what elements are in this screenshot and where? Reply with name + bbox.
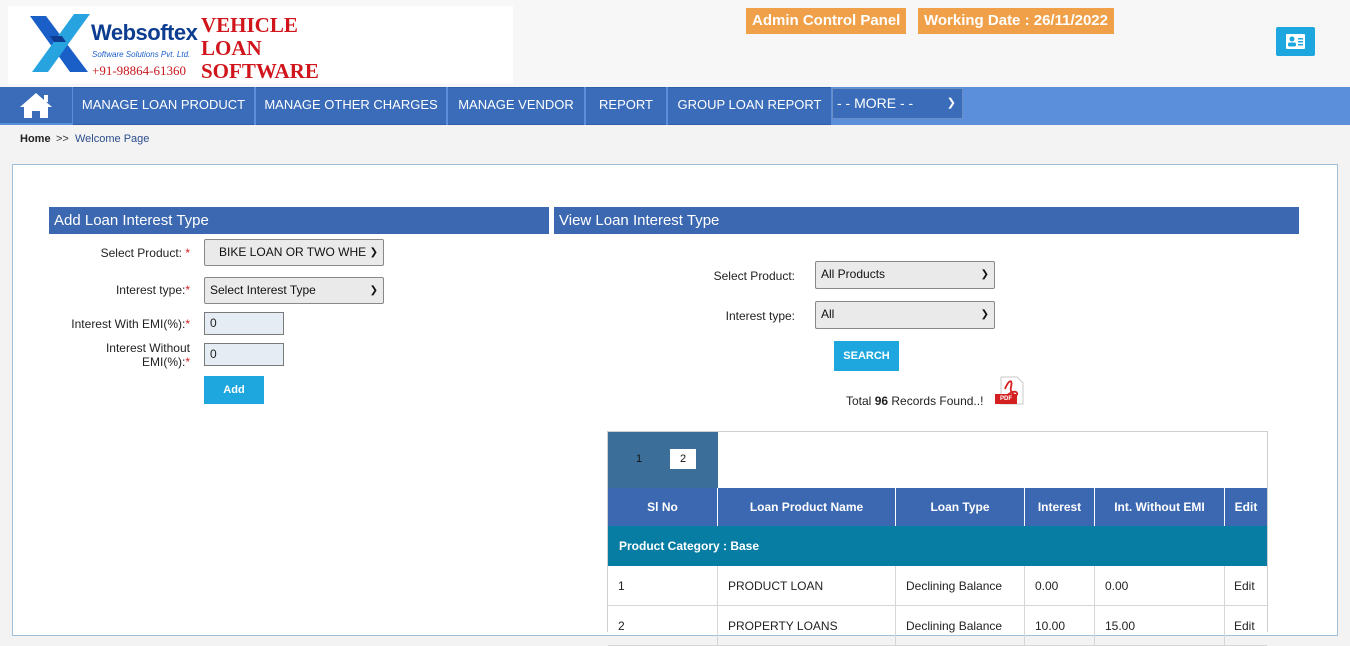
app-title-line: VEHICLE xyxy=(201,13,298,37)
view-interest-type-select[interactable]: All ❯ xyxy=(815,301,995,329)
add-product-select[interactable]: BIKE LOAN OR TWO WHE ❯ xyxy=(204,239,384,266)
chevron-down-icon: ❯ xyxy=(369,285,378,296)
table-cell-sl-no: 1 xyxy=(608,566,718,606)
view-product-label: Select Product: xyxy=(713,269,795,283)
nav-group-loan-report[interactable]: GROUP LOAN REPORT xyxy=(668,87,831,125)
pdf-export-icon[interactable]: PDF xyxy=(993,375,1027,406)
working-date-badge: Working Date : 26/11/2022 xyxy=(918,8,1114,34)
table-cell-loan-type: Declining Balance xyxy=(896,566,1025,606)
app-title-line: SOFTWARE xyxy=(201,59,319,83)
pagination: 1 2 xyxy=(608,432,718,488)
column-header-int-without-emi: Int. Without EMI xyxy=(1095,488,1225,526)
table-cell-product-name: PROPERTY LOANS xyxy=(718,606,896,646)
column-header-sl-no: Sl No xyxy=(608,488,718,526)
table-cell-product-name: PRODUCT LOAN xyxy=(718,566,896,606)
breadcrumb-current: Welcome Page xyxy=(75,133,150,145)
category-row: Product Category : Base xyxy=(608,526,1267,566)
header: Websoftex Software Solutions Pvt. Ltd. +… xyxy=(0,0,1350,87)
interest-emi-input[interactable]: 0 xyxy=(204,312,284,335)
add-interest-type-label: Interest type:* xyxy=(115,283,190,297)
breadcrumb: Home >> Welcome Page xyxy=(0,125,1350,155)
page-link[interactable]: 2 xyxy=(670,449,696,469)
table-cell-interest: 0.00 xyxy=(1025,566,1095,606)
records-count: 96 xyxy=(874,394,889,408)
view-interest-type-label: Interest type: xyxy=(725,309,795,323)
home-button[interactable] xyxy=(0,87,73,123)
chevron-down-icon: ❯ xyxy=(946,97,956,109)
admin-panel-badge: Admin Control Panel xyxy=(746,8,907,34)
search-button[interactable]: SEARCH xyxy=(834,341,899,371)
app-title-line: LOAN xyxy=(201,36,262,60)
chevron-down-icon: ❯ xyxy=(369,247,378,258)
interest-emi-label: Interest With EMI(%):* xyxy=(71,317,190,331)
view-interest-title: View Loan Interest Type xyxy=(554,207,1299,234)
column-header-product-name: Loan Product Name xyxy=(718,488,896,526)
app-title: VEHICLE LOAN SOFTWARE xyxy=(201,14,319,83)
nav-manage-other-charges[interactable]: MANAGE OTHER CHARGES xyxy=(256,87,446,125)
edit-link[interactable]: Edit xyxy=(1225,566,1267,606)
more-menu-label: - - MORE - - xyxy=(837,95,914,111)
breadcrumb-home[interactable]: Home xyxy=(20,133,51,145)
breadcrumb-separator: >> xyxy=(56,133,69,145)
table-cell-loan-type: Declining Balance xyxy=(896,606,1025,646)
column-header-interest: Interest xyxy=(1025,488,1095,526)
add-interest-title: Add Loan Interest Type xyxy=(49,207,549,234)
table-cell-int-without-emi: 0.00 xyxy=(1095,566,1225,606)
nav-manage-vendor[interactable]: MANAGE VENDOR xyxy=(448,87,584,125)
table-cell-sl-no: 2 xyxy=(608,606,718,646)
nav-report[interactable]: REPORT xyxy=(586,87,666,125)
interest-no-emi-label: Interest Without EMI(%):* xyxy=(105,341,190,369)
column-header-loan-type: Loan Type xyxy=(896,488,1025,526)
interest-no-emi-input[interactable]: 0 xyxy=(204,343,284,366)
main-nav: MANAGE LOAN PRODUCT MANAGE OTHER CHARGES… xyxy=(0,87,1350,125)
pdf-label: PDF xyxy=(1000,396,1012,402)
add-interest-type-select[interactable]: Select Interest Type ❯ xyxy=(204,277,384,304)
websoftex-x-logo-icon xyxy=(30,14,90,72)
edit-link[interactable]: Edit xyxy=(1225,606,1267,646)
more-menu-select[interactable]: - - MORE - - ❯ xyxy=(832,88,963,119)
interest-table: 1 2 Sl No Loan Product Name Loan Type In… xyxy=(607,431,1268,646)
table-cell-interest: 10.00 xyxy=(1025,606,1095,646)
chevron-down-icon: ❯ xyxy=(980,309,989,320)
page-link-current[interactable]: 1 xyxy=(636,453,642,465)
add-button[interactable]: Add xyxy=(204,376,264,404)
home-icon xyxy=(20,93,52,118)
company-logo[interactable]: Websoftex Software Solutions Pvt. Ltd. +… xyxy=(8,6,513,84)
id-card-icon xyxy=(1286,34,1305,49)
brand-name: Websoftex xyxy=(91,20,198,45)
contact-phone: +91-98864-61360 xyxy=(92,63,186,78)
chevron-down-icon: ❯ xyxy=(980,269,989,280)
add-product-label: Select Product: * xyxy=(100,246,190,260)
nav-manage-loan-product[interactable]: MANAGE LOAN PRODUCT xyxy=(73,87,254,125)
brand-subtitle: Software Solutions Pvt. Ltd. xyxy=(92,50,191,59)
records-found-text: Total 96 Records Found..! xyxy=(846,394,984,408)
profile-card-button[interactable] xyxy=(1276,27,1315,56)
view-product-select[interactable]: All Products ❯ xyxy=(815,261,995,289)
table-cell-int-without-emi: 15.00 xyxy=(1095,606,1225,646)
column-header-edit: Edit xyxy=(1225,488,1267,526)
